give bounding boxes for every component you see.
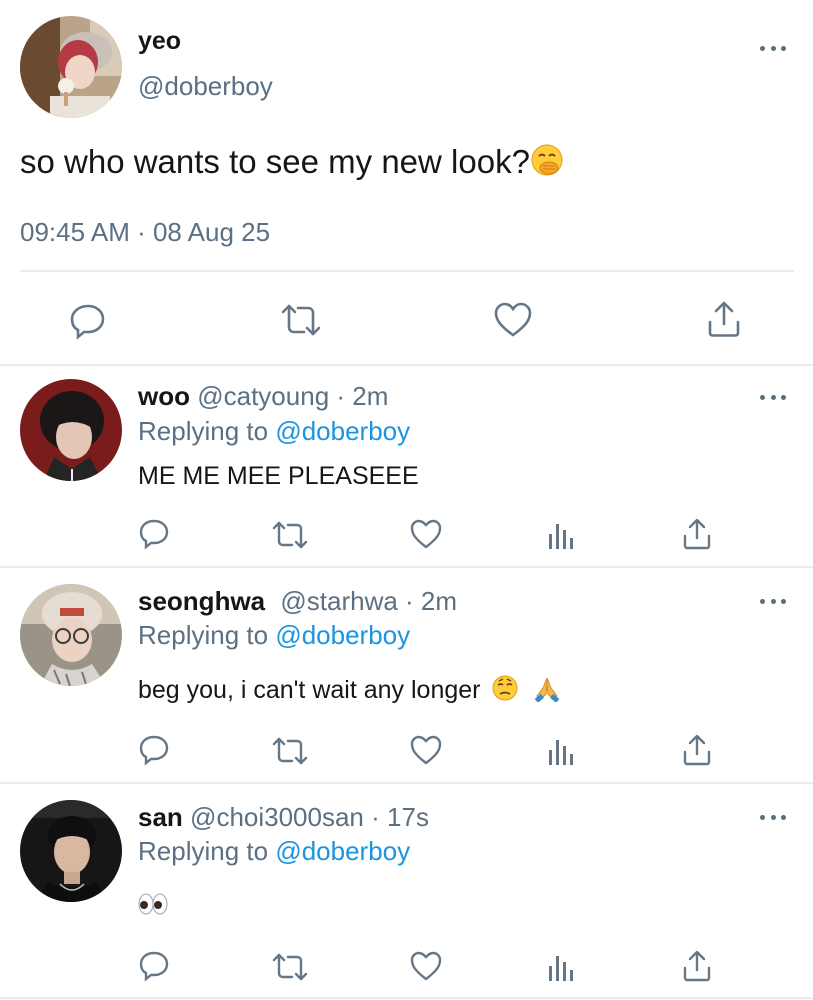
author-handle[interactable]: @doberboy: [138, 71, 273, 102]
avatar-image: [20, 379, 122, 481]
tweet-text: so who wants to see my new look?: [20, 143, 564, 185]
retweet-icon[interactable]: [280, 303, 322, 337]
like-icon[interactable]: [410, 951, 442, 981]
retweet-icon[interactable]: [272, 952, 308, 982]
reply-header: seonghwa @starhwa · 2m: [138, 586, 457, 617]
share-icon[interactable]: [706, 300, 742, 338]
share-icon[interactable]: [682, 518, 712, 550]
reply-text: [138, 892, 168, 921]
reply-author-handle[interactable]: @catyoung: [197, 381, 329, 411]
share-icon[interactable]: [682, 734, 712, 766]
pleading-face-emoji-icon: [491, 674, 519, 709]
reply-header: san @choi3000san · 17s: [138, 802, 429, 833]
eyes-emoji-icon: [138, 892, 168, 921]
reply-icon[interactable]: [69, 302, 107, 340]
reply-time: · 17s: [371, 802, 429, 832]
avatar-yeo[interactable]: [20, 16, 122, 118]
like-icon[interactable]: [410, 519, 442, 549]
replying-to-handle[interactable]: @doberboy: [275, 836, 410, 866]
analytics-icon[interactable]: [548, 520, 574, 550]
like-icon[interactable]: [410, 735, 442, 765]
reply-text-content: beg you, i can't wait any longer: [138, 676, 481, 705]
avatar-seonghwa[interactable]: [20, 584, 122, 686]
more-horizontal-icon[interactable]: [760, 393, 786, 401]
replying-to-handle[interactable]: @doberboy: [275, 620, 410, 650]
reply-text: ME ME MEE PLEASEEE: [138, 462, 419, 490]
folded-hands-emoji-icon: [532, 674, 562, 709]
replying-to-label: Replying to: [138, 416, 269, 446]
reply-author-name[interactable]: san: [138, 802, 183, 832]
avatar-image: [20, 584, 122, 686]
replying-to-handle[interactable]: @doberboy: [275, 416, 410, 446]
tweet-timestamp: 09:45 AM · 08 Aug 25: [20, 217, 271, 247]
replying-to-label: Replying to: [138, 836, 269, 866]
reply-author-name[interactable]: woo: [138, 381, 190, 411]
reply-time: · 2m: [336, 381, 389, 411]
divider: [20, 270, 794, 272]
reply-author-name[interactable]: seonghwa: [138, 586, 265, 616]
reply-author-handle[interactable]: @choi3000san: [190, 802, 364, 832]
reply-text: beg you, i can't wait any longer: [138, 674, 562, 709]
more-horizontal-icon[interactable]: [760, 597, 786, 605]
reply-icon[interactable]: [138, 734, 170, 766]
replying-to: Replying to @doberboy: [138, 620, 410, 651]
retweet-icon[interactable]: [272, 520, 308, 550]
reply-icon[interactable]: [138, 518, 170, 550]
more-horizontal-icon[interactable]: [760, 813, 786, 821]
replying-to: Replying to @doberboy: [138, 416, 410, 447]
analytics-icon[interactable]: [548, 952, 574, 982]
reply-author-handle[interactable]: @starhwa: [280, 586, 397, 616]
avatar-san[interactable]: [20, 800, 122, 902]
like-icon[interactable]: [494, 302, 532, 338]
divider: [0, 997, 813, 999]
avatar-image: [20, 16, 122, 118]
divider: [0, 566, 813, 568]
reply-header: woo @catyoung · 2m: [138, 381, 388, 412]
analytics-icon[interactable]: [548, 736, 574, 766]
replying-to-label: Replying to: [138, 620, 269, 650]
retweet-icon[interactable]: [272, 736, 308, 766]
divider: [0, 782, 813, 784]
share-icon[interactable]: [682, 950, 712, 982]
reply-time: · 2m: [405, 586, 458, 616]
avatar-image: [20, 800, 122, 902]
replying-to: Replying to @doberboy: [138, 836, 410, 867]
avatar-woo[interactable]: [20, 379, 122, 481]
tweet-text-content: so who wants to see my new look?: [20, 143, 530, 180]
author-name[interactable]: yeo: [138, 27, 181, 56]
reply-icon[interactable]: [138, 950, 170, 982]
hand-over-mouth-emoji-icon: [530, 143, 564, 185]
more-horizontal-icon[interactable]: [760, 44, 786, 52]
divider: [0, 364, 813, 366]
